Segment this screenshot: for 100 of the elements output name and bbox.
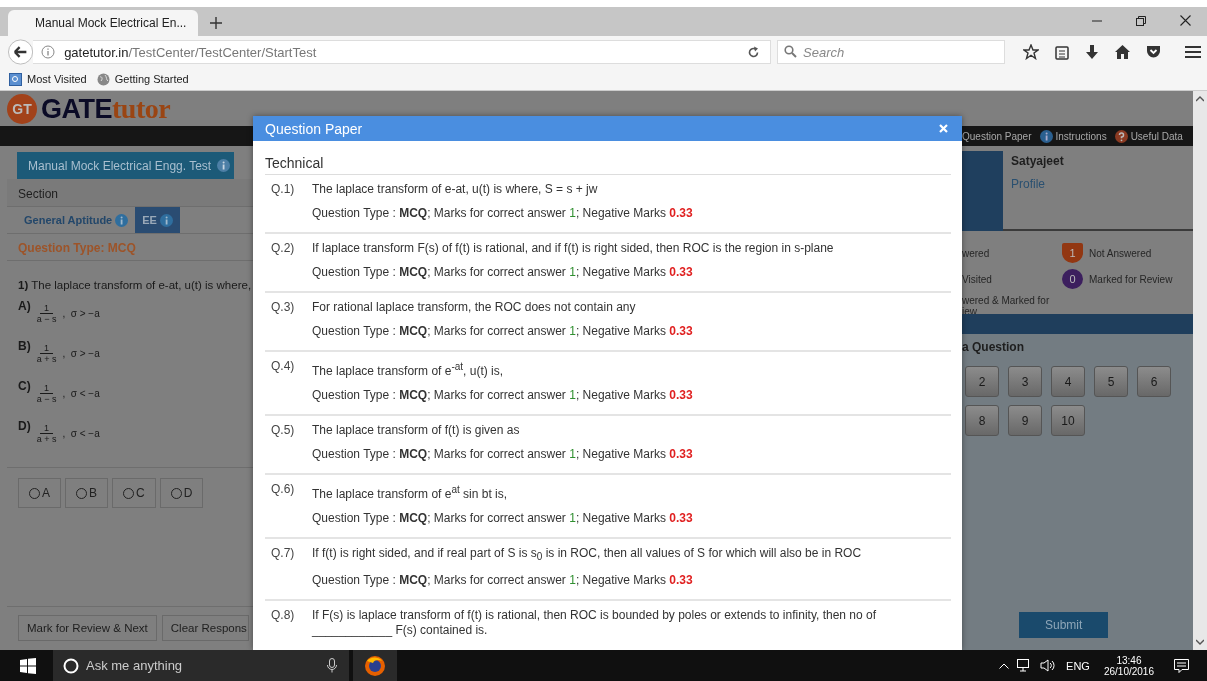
submit-button[interactable]: Submit bbox=[1019, 612, 1109, 638]
question-number-button[interactable]: 9 bbox=[1008, 405, 1042, 436]
address-bar[interactable]: gatetutor.in/TestCenter/TestCenter/StartTest bbox=[33, 40, 771, 64]
scrollbar[interactable] bbox=[1193, 91, 1207, 650]
question-text: The laplace transform of e$^{-at}$, u(t) is, bbox=[312, 360, 505, 379]
reading-list-icon[interactable] bbox=[1055, 44, 1069, 60]
volume-icon[interactable] bbox=[1040, 659, 1057, 672]
nav-link[interactable]: Instructions bbox=[1039, 129, 1107, 143]
input-language[interactable]: ENG bbox=[1066, 659, 1090, 672]
answer-option[interactable]: C bbox=[112, 478, 156, 508]
question-text: If F(s) is laplace transform of f(t) is rational, then ROC is bounded by poles or extends to infinity, then no of ____________ F(s) contained is. bbox=[312, 608, 878, 639]
question-text: The laplace transform of f(t) is given as bbox=[312, 423, 521, 438]
fraction-expression: 1 a + s bbox=[36, 343, 57, 364]
question-number: Q.2) bbox=[271, 241, 295, 257]
question-number-button[interactable]: 6 bbox=[1137, 366, 1171, 397]
question-meta: Question Type : MCQ; Marks for correct answer 1; Negative Marks 0.33 bbox=[312, 265, 694, 279]
firefox-icon bbox=[364, 654, 386, 677]
pocket-icon[interactable] bbox=[1146, 45, 1161, 59]
microphone-icon[interactable] bbox=[327, 658, 337, 673]
section-tab[interactable]: EE bbox=[135, 207, 180, 233]
question-number-button[interactable]: 10 bbox=[1051, 405, 1085, 436]
question-number: Q.8) bbox=[271, 608, 295, 625]
nav-link[interactable]: Question Paper bbox=[962, 130, 1032, 142]
section-tab[interactable]: General Aptitude bbox=[17, 207, 136, 233]
fraction-expression: 1 a + s bbox=[36, 423, 57, 444]
question-number: Q.6) bbox=[271, 482, 295, 498]
info-icon[interactable] bbox=[41, 45, 56, 59]
info-icon bbox=[159, 213, 173, 227]
question-text: 1) The laplace transform of e-at, u(t) is where, bbox=[18, 279, 253, 291]
option-condition: , σ < −a bbox=[62, 388, 100, 399]
answer-option[interactable]: A bbox=[18, 478, 61, 508]
question-number: Q.1) bbox=[271, 182, 295, 198]
question-meta: Question Type : MCQ; Marks for correct answer 1; Negative Marks 0.33 bbox=[312, 388, 694, 402]
candidate-name: Satyajeet bbox=[1011, 154, 1064, 168]
fraction-expression: 1 a − s bbox=[36, 303, 57, 324]
bookmark-link[interactable]: Most Visited bbox=[9, 72, 87, 86]
option-letter: A) bbox=[18, 299, 31, 313]
answer-option[interactable]: D bbox=[159, 478, 204, 508]
search-field[interactable]: Search bbox=[777, 40, 1005, 64]
legend-label: Visited bbox=[962, 273, 992, 285]
question-meta: Question Type : MCQ; Marks for correct answer 1; Negative Marks 0.33 bbox=[312, 573, 694, 588]
legend-label: Not Answered bbox=[1089, 247, 1152, 259]
option-condition: , σ > −a bbox=[62, 348, 100, 359]
bookmark-link[interactable]: Getting Started bbox=[96, 72, 189, 86]
question-meta: Question Type : MCQ; Marks for correct answer 1; Negative Marks 0.33 bbox=[312, 447, 694, 461]
help-icon bbox=[1114, 129, 1128, 143]
notification-icon[interactable] bbox=[1174, 658, 1189, 673]
nav-link[interactable]: Useful Data bbox=[1114, 129, 1183, 143]
taskbar-app[interactable] bbox=[353, 650, 397, 681]
legend-label: Marked for Review bbox=[1089, 273, 1173, 285]
home-icon[interactable] bbox=[1115, 45, 1130, 59]
action-button[interactable]: Clear Respons bbox=[161, 615, 249, 641]
option-condition: , σ > −a bbox=[62, 308, 100, 319]
question-number-button[interactable]: 5 bbox=[1094, 366, 1128, 397]
logo-badge: GT bbox=[7, 93, 37, 124]
question-number: Q.7) bbox=[271, 546, 295, 562]
question-text: If laplace transform F(s) of f(t) is rational, and if f(t) is right sided, then ROC is the region in s-plane bbox=[312, 241, 835, 256]
question-meta: Question Type : MCQ; Marks for correct answer 1; Negative Marks 0.33 bbox=[312, 206, 694, 220]
profile-link[interactable]: Profile bbox=[1011, 177, 1064, 191]
answer-option[interactable]: B bbox=[65, 478, 109, 508]
option-letter: C) bbox=[18, 379, 31, 393]
scroll-up-icon[interactable] bbox=[1196, 96, 1204, 102]
cortana-circle-icon bbox=[63, 657, 79, 674]
globe-icon bbox=[96, 72, 110, 86]
action-button[interactable]: Mark for Review & Next bbox=[18, 615, 157, 641]
download-icon[interactable] bbox=[1085, 44, 1099, 60]
question-number-button[interactable]: 4 bbox=[1051, 366, 1085, 397]
restore-icon[interactable] bbox=[1136, 15, 1146, 26]
question-number-button[interactable]: 3 bbox=[1008, 366, 1042, 397]
question-text: The laplace transform of e$^{at}$ sin bt is, bbox=[312, 483, 509, 502]
windows-start-icon[interactable] bbox=[20, 657, 36, 674]
palette-title: a Question bbox=[962, 340, 1025, 354]
question-text: The laplace transform of e-at, u(t) is where, S = s + jw bbox=[312, 182, 599, 197]
close-window-icon[interactable] bbox=[1180, 15, 1191, 26]
back-icon[interactable] bbox=[8, 39, 34, 65]
status-badge: 1 bbox=[1062, 243, 1083, 263]
question-meta: Question Type : MCQ; Marks for correct answer 1; Negative Marks 0.33 bbox=[312, 324, 694, 338]
bookmark-star-icon[interactable] bbox=[1023, 44, 1039, 60]
legend-label: wered bbox=[962, 247, 990, 259]
clock[interactable]: 13:46 26/10/2016 bbox=[1103, 654, 1154, 677]
option-condition: , σ < −a bbox=[62, 428, 100, 439]
info-icon bbox=[1039, 129, 1053, 143]
menu-icon[interactable] bbox=[1185, 45, 1201, 59]
section-label: Section bbox=[7, 179, 253, 207]
close-icon[interactable] bbox=[939, 124, 948, 133]
reload-icon[interactable] bbox=[747, 45, 760, 59]
scroll-down-icon[interactable] bbox=[1196, 639, 1204, 645]
info-icon bbox=[115, 213, 129, 227]
chevron-up-icon[interactable] bbox=[999, 662, 1010, 669]
taskbar-search-field[interactable]: Ask me anything bbox=[53, 650, 349, 681]
status-badge: 0 bbox=[1062, 269, 1083, 289]
fraction-expression: 1 a − s bbox=[36, 383, 57, 404]
question-number-button[interactable]: 8 bbox=[965, 405, 999, 436]
browser-tab[interactable]: Manual Mock Electrical En... bbox=[8, 10, 198, 36]
test-name-button[interactable]: Manual Mock Electrical Engg. Test bbox=[17, 152, 234, 179]
question-text: If f(t) is right sided, and if real part of S is s$_{0}$ is in ROC, then all values of S for which will also be in ROC bbox=[312, 546, 863, 565]
search-icon bbox=[784, 45, 797, 58]
new-tab-icon[interactable] bbox=[210, 17, 222, 29]
section-heading: Technical bbox=[265, 155, 951, 175]
question-number-button[interactable]: 2 bbox=[965, 366, 999, 397]
